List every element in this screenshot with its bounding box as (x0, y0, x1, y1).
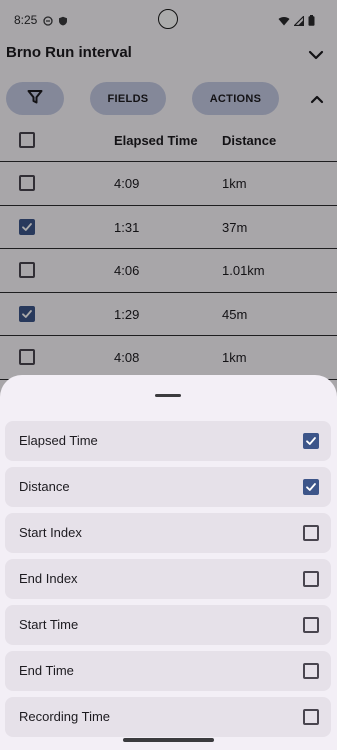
field-label: Recording Time (19, 709, 111, 724)
field-checkbox[interactable] (303, 571, 319, 587)
wifi-icon (278, 13, 290, 31)
cell-distance: 45m (222, 306, 248, 322)
row-checkbox[interactable] (19, 262, 35, 278)
field-toggle-item[interactable]: Start Index (5, 513, 331, 553)
field-checkbox[interactable] (303, 433, 319, 449)
toolbar: FIELDS ACTIONS (0, 82, 337, 118)
signal-icon (293, 13, 305, 31)
status-bar: 8:25 (0, 0, 337, 40)
chevron-up-icon[interactable] (306, 88, 328, 110)
chevron-down-icon[interactable] (305, 44, 327, 66)
field-checkbox[interactable] (303, 663, 319, 679)
filter-button[interactable] (6, 82, 64, 115)
field-label: End Time (19, 663, 74, 678)
field-label: End Index (19, 571, 78, 586)
row-checkbox[interactable] (19, 349, 35, 365)
field-toggle-item[interactable]: End Index (5, 559, 331, 599)
cell-distance: 37m (222, 219, 248, 235)
field-toggle-item[interactable]: Recording Time (5, 697, 331, 737)
field-toggle-item[interactable]: Distance (5, 467, 331, 507)
row-checkbox[interactable] (19, 175, 35, 191)
vpn-icon (43, 13, 53, 26)
field-checkbox[interactable] (303, 525, 319, 541)
fields-button[interactable]: FIELDS (90, 82, 166, 115)
table-header: Elapsed Time Distance (0, 120, 337, 162)
field-checkbox[interactable] (303, 709, 319, 725)
field-label: Start Index (19, 525, 82, 540)
field-label: Elapsed Time (19, 433, 98, 448)
field-checkbox[interactable] (303, 617, 319, 633)
row-checkbox[interactable] (19, 305, 35, 322)
shield-icon (58, 13, 68, 26)
table-row[interactable]: 4:06 1.01km (0, 249, 337, 293)
table-row[interactable]: 4:08 1km (0, 336, 337, 380)
field-label: Distance (19, 479, 70, 494)
battery-icon (308, 13, 315, 31)
row-checkbox[interactable] (19, 218, 35, 235)
app-bar: Brno Run interval (0, 38, 337, 72)
actions-button[interactable]: ACTIONS (192, 82, 279, 115)
column-header-distance: Distance (222, 133, 277, 148)
select-all-checkbox[interactable] (19, 132, 35, 148)
field-label: Start Time (19, 617, 79, 632)
cell-elapsed-time: 1:31 (114, 219, 140, 235)
page-title: Brno Run interval (6, 44, 132, 61)
field-toggle-item[interactable]: End Time (5, 651, 331, 691)
cell-elapsed-time: 4:09 (114, 176, 140, 191)
table-row[interactable]: 1:29 45m (0, 293, 337, 336)
camera-cutout (158, 9, 178, 29)
cell-distance: 1.01km (222, 263, 265, 278)
table-row[interactable]: 4:09 1km (0, 162, 337, 206)
table-row[interactable]: 1:31 37m (0, 206, 337, 249)
app-screen: 8:25 Brno Run interval FIELDS ACTIONS El… (0, 0, 337, 750)
cell-elapsed-time: 4:08 (114, 350, 140, 365)
cell-distance: 1km (222, 350, 247, 365)
field-toggle-item[interactable]: Start Time (5, 605, 331, 645)
cell-distance: 1km (222, 176, 247, 191)
field-checkbox[interactable] (303, 479, 319, 495)
field-toggle-item[interactable]: Elapsed Time (5, 421, 331, 461)
cell-elapsed-time: 4:06 (114, 263, 140, 278)
status-time: 8:25 (14, 13, 38, 27)
fields-bottom-sheet: Elapsed Time Distance Start Index End Index… (0, 375, 337, 750)
column-header-elapsed: Elapsed Time (114, 133, 198, 148)
cell-elapsed-time: 1:29 (114, 306, 140, 322)
home-indicator[interactable] (123, 738, 214, 742)
filter-icon (27, 89, 43, 108)
intervals-table: Elapsed Time Distance 4:09 1km 1:31 37m 4:06… (0, 120, 337, 380)
sheet-drag-handle[interactable] (155, 394, 181, 397)
